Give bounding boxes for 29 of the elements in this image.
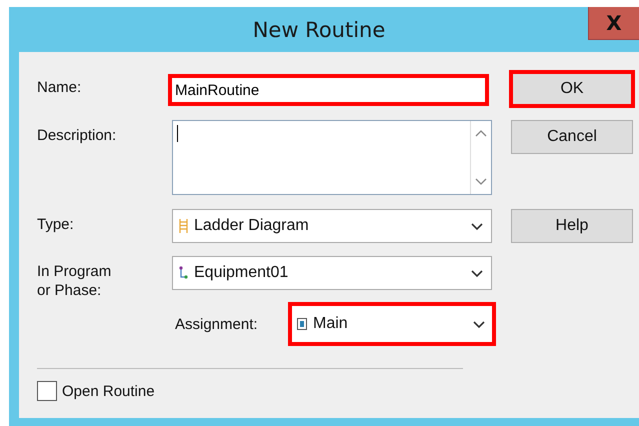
ladder-icon <box>179 219 188 233</box>
assignment-dropdown[interactable]: Main <box>290 304 494 344</box>
description-field[interactable] <box>172 120 492 195</box>
dialog-button[interactable]: OK <box>511 72 633 106</box>
document-icon <box>297 318 307 330</box>
dropdown-value: Ladder Diagram <box>194 217 310 235</box>
field-label: Name: <box>37 78 82 97</box>
checkbox-label: Open Routine <box>62 382 155 400</box>
scroll-down-icon <box>475 178 487 186</box>
chevron-down-icon <box>471 222 483 230</box>
chevron-down-icon <box>473 320 485 328</box>
field-label: Description: <box>37 126 118 145</box>
checkbox[interactable] <box>37 381 57 401</box>
dialog-button[interactable]: Cancel <box>511 120 633 154</box>
dialog-button[interactable]: Help <box>511 209 633 243</box>
dropdown-value: Equipment01 <box>194 264 290 282</box>
chevron-down-icon <box>471 268 483 278</box>
field-label: Type: <box>37 215 75 234</box>
name-field[interactable]: MainRoutine <box>170 76 487 104</box>
text-cursor <box>177 125 178 142</box>
program-dropdown[interactable]: Equipment01 <box>172 256 492 290</box>
dropdown-value: Main <box>313 315 349 333</box>
tree-icon <box>179 266 188 280</box>
field-label: In Program or Phase: <box>37 262 112 300</box>
close-button[interactable]: X <box>588 7 639 40</box>
scroll-up-icon <box>475 129 487 137</box>
field-label: Assignment: <box>174 316 259 332</box>
window-title: New Routine <box>252 18 386 42</box>
type-dropdown[interactable]: Ladder Diagram <box>172 209 492 243</box>
